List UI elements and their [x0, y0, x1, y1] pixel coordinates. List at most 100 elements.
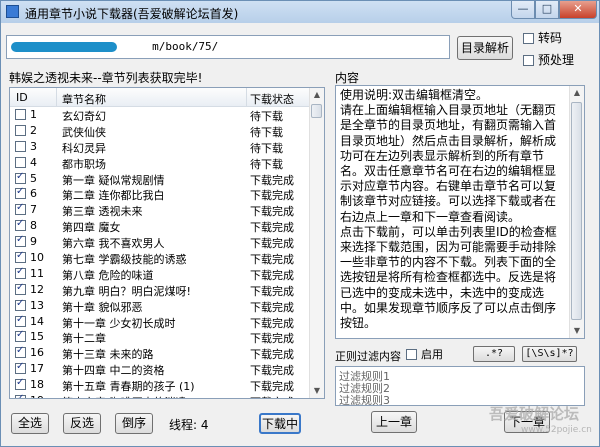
- content-editor[interactable]: 使用说明:双击编辑框清空。 请在上面编辑框输入目录页地址（无翻页是全章节的目录页…: [335, 85, 585, 339]
- regex-rules-editor[interactable]: 过滤规则1 过滤规则2 过滤规则3: [335, 366, 585, 406]
- row-checkbox[interactable]: [15, 156, 26, 168]
- table-row[interactable]: 8 第四章 魔女 下载完成: [10, 218, 310, 234]
- scroll-thumb[interactable]: [311, 104, 322, 118]
- row-checkbox[interactable]: [15, 218, 26, 232]
- row-chapter-name[interactable]: 第十五章 青春期的孩子 (1): [62, 378, 195, 394]
- insert-lazy-any-button[interactable]: [\S\s]*?: [522, 346, 577, 362]
- table-row[interactable]: 1 玄幻奇幻 待下载: [10, 107, 310, 123]
- list-rows: 1玄幻奇幻待下载2武侠仙侠待下载3科幻灵异待下载4都市职场待下载5第一章 疑似常…: [10, 107, 310, 398]
- row-checkbox[interactable]: [15, 298, 26, 311]
- enable-checkbox-box[interactable]: [406, 349, 417, 360]
- filter-rule: 过滤规则3: [339, 394, 390, 406]
- row-id: 9: [30, 235, 37, 249]
- row-checkbox[interactable]: [15, 361, 26, 375]
- row-checkbox[interactable]: [15, 250, 26, 264]
- row-chapter-name[interactable]: 第二章 连你都比我白: [62, 187, 165, 203]
- scroll-down-icon[interactable]: ▼: [310, 384, 324, 398]
- table-row[interactable]: 7 第三章 透视未来 下载完成: [10, 202, 310, 218]
- row-chapter-name[interactable]: 第八章 危险的味道: [62, 267, 154, 283]
- row-status: 下载完成: [250, 394, 294, 398]
- row-chapter-name[interactable]: 第三章 透视未来: [62, 203, 143, 219]
- row-checkbox[interactable]: [15, 393, 26, 398]
- header-name[interactable]: 章节名称: [62, 91, 106, 107]
- table-row[interactable]: 14 第十一章 少女初长成时 下载完成: [10, 314, 310, 330]
- preprocess-checkbox-box[interactable]: [523, 55, 534, 66]
- table-row[interactable]: 13 第十章 貌似邪恶 下载完成: [10, 298, 310, 314]
- list-scrollbar[interactable]: ▲ ▼: [309, 88, 324, 398]
- row-status: 下载完成: [250, 268, 294, 282]
- chapter-list[interactable]: ID 章节名称 下载状态 1 玄幻奇幻 待下载 2 武侠仙侠 待下载 3 科幻灵异 待下载 4 都市…: [9, 87, 325, 399]
- table-row[interactable]: 2 武侠仙侠 待下载: [10, 123, 310, 139]
- content-scrollbar[interactable]: ▲ ▼: [569, 86, 584, 338]
- scroll-up-icon[interactable]: ▲: [310, 88, 324, 102]
- table-row[interactable]: 16 第十三章 未来的路 下载完成: [10, 345, 310, 361]
- parse-catalog-button[interactable]: 目录解析: [457, 36, 513, 60]
- maximize-button[interactable]: □: [535, 1, 559, 19]
- row-checkbox[interactable]: [15, 282, 26, 295]
- table-row[interactable]: 4 都市职场 待下载: [10, 155, 310, 171]
- row-checkbox[interactable]: [15, 266, 26, 279]
- row-id: 19: [30, 394, 44, 398]
- scroll-down-icon[interactable]: ▼: [570, 324, 584, 338]
- insert-lazy-dot-button[interactable]: .*?: [473, 346, 515, 362]
- row-checkbox[interactable]: [15, 186, 26, 200]
- row-chapter-name[interactable]: 第四章 魔女: [62, 219, 121, 235]
- table-row[interactable]: 18 第十五章 青春期的孩子 (1) 下载完成: [10, 377, 310, 393]
- scroll-up-icon[interactable]: ▲: [570, 86, 584, 100]
- row-checkbox[interactable]: [15, 140, 26, 152]
- reverse-order-button[interactable]: 倒序: [115, 413, 153, 434]
- row-checkbox[interactable]: [15, 377, 26, 391]
- table-row[interactable]: 19 第十六章 咖啡厅内的消遣 下载完成: [10, 393, 310, 398]
- row-status: 待下载: [250, 110, 283, 123]
- row-checkbox[interactable]: [15, 234, 26, 248]
- table-row[interactable]: 6 第二章 连你都比我白 下载完成: [10, 186, 310, 202]
- row-chapter-name[interactable]: 第六章 我不喜欢男人: [62, 235, 165, 251]
- encode-checkbox[interactable]: 转码: [523, 29, 562, 46]
- row-id: 12: [30, 282, 44, 296]
- column-divider[interactable]: [246, 88, 247, 106]
- row-checkbox[interactable]: [15, 171, 26, 184]
- row-checkbox[interactable]: [15, 329, 26, 343]
- select-all-button[interactable]: 全选: [11, 413, 49, 434]
- table-row[interactable]: 5 第一章 疑似常规剧情 下载完成: [10, 171, 310, 187]
- header-status[interactable]: 下载状态: [250, 91, 294, 107]
- download-button[interactable]: 下载中: [259, 413, 301, 434]
- row-chapter-name[interactable]: 第一章 疑似常规剧情: [62, 172, 165, 188]
- row-chapter-name[interactable]: 第十六章 咖啡厅内的消遣: [62, 394, 187, 398]
- row-chapter-name[interactable]: 第十一章 少女初长成时: [62, 315, 176, 331]
- table-row[interactable]: 12 第九章 明白？明白泥煤呀! 下载完成: [10, 282, 310, 298]
- table-row[interactable]: 3 科幻灵异 待下载: [10, 139, 310, 155]
- enable-regex-checkbox[interactable]: 启用: [406, 346, 443, 362]
- row-checkbox[interactable]: [15, 124, 26, 136]
- row-checkbox[interactable]: [15, 314, 26, 327]
- table-row[interactable]: 17 第十四章 中二的资格 下载完成: [10, 361, 310, 377]
- row-checkbox[interactable]: [15, 109, 26, 120]
- preprocess-checkbox[interactable]: 预处理: [523, 51, 574, 68]
- row-chapter-name[interactable]: 第七章 学霸级技能的诱惑: [62, 251, 187, 267]
- row-chapter-name[interactable]: 第十三章 未来的路: [62, 346, 154, 362]
- table-row[interactable]: 10 第七章 学霸级技能的诱惑 下载完成: [10, 250, 310, 266]
- invert-selection-button[interactable]: 反选: [63, 413, 101, 434]
- row-status: 待下载: [250, 141, 283, 155]
- content-text: 使用说明:双击编辑框清空。 请在上面编辑框输入目录页地址（无翻页是全章节的目录页…: [340, 88, 562, 331]
- close-button[interactable]: ✕: [559, 1, 597, 19]
- row-chapter-name[interactable]: 科幻灵异: [62, 140, 106, 156]
- row-chapter-name[interactable]: 第十四章 中二的资格: [62, 362, 165, 378]
- minimize-button[interactable]: —: [511, 1, 535, 19]
- row-chapter-name[interactable]: 玄幻奇幻: [62, 108, 106, 124]
- row-chapter-name[interactable]: 第十二章: [62, 330, 106, 346]
- row-checkbox[interactable]: [15, 202, 26, 216]
- header-id[interactable]: ID: [16, 91, 28, 104]
- row-chapter-name[interactable]: 第十章 貌似邪恶: [62, 299, 143, 315]
- column-divider[interactable]: [56, 88, 57, 106]
- previous-chapter-button[interactable]: 上一章: [371, 411, 417, 433]
- row-chapter-name[interactable]: 都市职场: [62, 156, 106, 172]
- scroll-thumb[interactable]: [571, 102, 582, 320]
- table-row[interactable]: 11 第八章 危险的味道 下载完成: [10, 266, 310, 282]
- encode-checkbox-box[interactable]: [523, 33, 534, 44]
- table-row[interactable]: 15 第十二章 下载完成: [10, 329, 310, 345]
- row-chapter-name[interactable]: 第九章 明白？明白泥煤呀!: [62, 283, 191, 299]
- table-row[interactable]: 9 第六章 我不喜欢男人 下载完成: [10, 234, 310, 250]
- row-checkbox[interactable]: [15, 345, 26, 359]
- row-chapter-name[interactable]: 武侠仙侠: [62, 124, 106, 140]
